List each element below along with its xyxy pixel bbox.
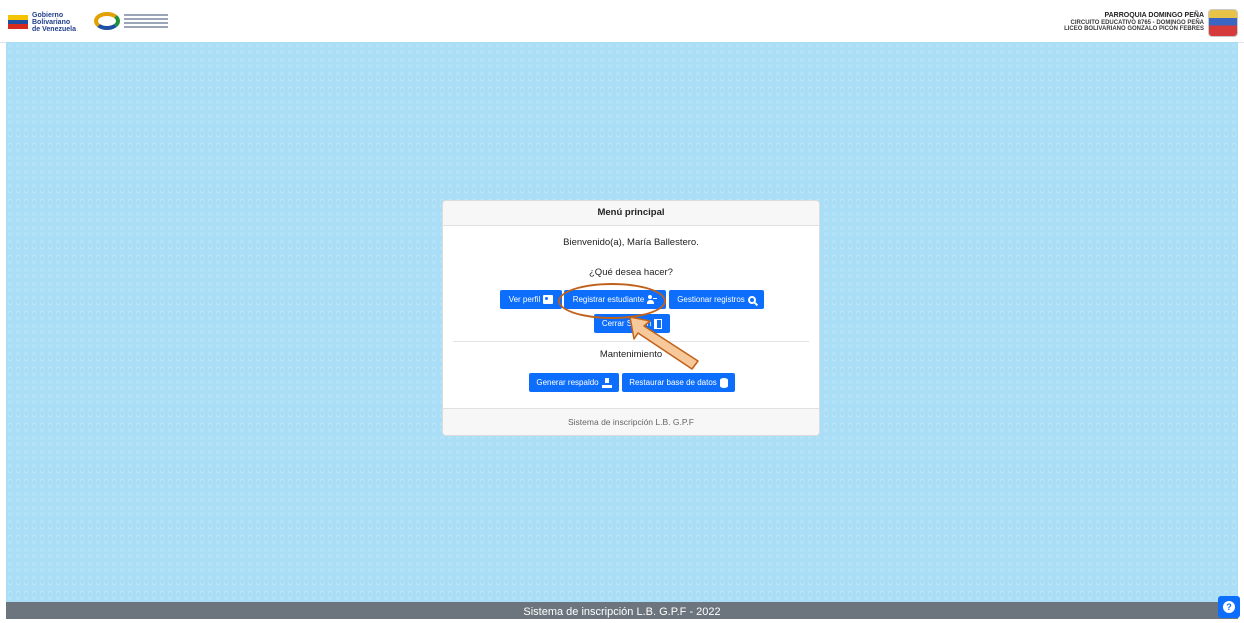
- gobierno-bolivariano-logo: Gobierno Bolivariano de Venezuela: [8, 10, 76, 34]
- user-plus-icon: [647, 295, 658, 304]
- cerrar-sesion-button[interactable]: Cerrar Sesión: [594, 314, 670, 333]
- door-open-icon: [654, 318, 663, 329]
- registrar-estudiante-button[interactable]: Registrar estudiante: [564, 290, 666, 309]
- card-title: Menú principal: [443, 201, 819, 226]
- ministry-text-graphic: [124, 14, 168, 28]
- database-icon: [719, 377, 728, 388]
- ver-perfil-button[interactable]: Ver perfil: [500, 290, 562, 309]
- gestionar-registros-label: Gestionar registros: [677, 295, 745, 304]
- gestionar-registros-button[interactable]: Gestionar registros: [669, 290, 764, 309]
- school-line-3: LICEO BOLIVARIANO GONZALO PICÓN FEBRES: [1064, 26, 1204, 32]
- gov-logo-line-1: Gobierno: [32, 11, 64, 19]
- ver-perfil-label: Ver perfil: [508, 295, 541, 304]
- search-icon: [747, 295, 756, 304]
- top-header: Gobierno Bolivariano de Venezuela PARROQ…: [0, 0, 1244, 43]
- question-circle-icon: ?: [1223, 601, 1235, 613]
- school-name-block: PARROQUIA DOMINGO PEÑA CIRCUITO EDUCATIV…: [1064, 12, 1204, 32]
- card-footer-text: Sistema de inscripción L.B. G.P.F: [443, 408, 819, 435]
- welcome-text: Bienvenido(a), María Ballestero.: [563, 237, 699, 248]
- ministry-ring-icon: [94, 12, 120, 30]
- restaurar-base-datos-button[interactable]: Restaurar base de datos: [622, 373, 735, 392]
- gov-logo-line-2: Bolivariano: [32, 18, 71, 26]
- school-line-1: PARROQUIA DOMINGO PEÑA: [1104, 12, 1204, 19]
- question-text: ¿Qué desea hacer?: [589, 267, 673, 278]
- page-footer: Sistema de inscripción L.B. G.P.F - 2022: [6, 602, 1238, 619]
- id-card-icon: [543, 295, 554, 304]
- help-button[interactable]: ?: [1218, 596, 1240, 618]
- generar-respaldo-button[interactable]: Generar respaldo: [529, 373, 619, 392]
- cerrar-sesion-label: Cerrar Sesión: [601, 319, 652, 328]
- generar-respaldo-label: Generar respaldo: [536, 378, 599, 387]
- school-emblem-icon: [1208, 9, 1238, 37]
- registrar-estudiante-label: Registrar estudiante: [572, 295, 645, 304]
- section-divider: [453, 341, 809, 342]
- ministry-logo: [94, 12, 168, 30]
- maintenance-title: Mantenimiento: [599, 349, 663, 360]
- venezuela-flag-icon: [8, 15, 28, 29]
- download-icon: [601, 377, 612, 388]
- gov-logo-line-3: de Venezuela: [32, 25, 76, 33]
- main-menu-card: Menú principal Bienvenido(a), María Ball…: [442, 200, 820, 436]
- restaurar-base-datos-label: Restaurar base de datos: [629, 378, 717, 387]
